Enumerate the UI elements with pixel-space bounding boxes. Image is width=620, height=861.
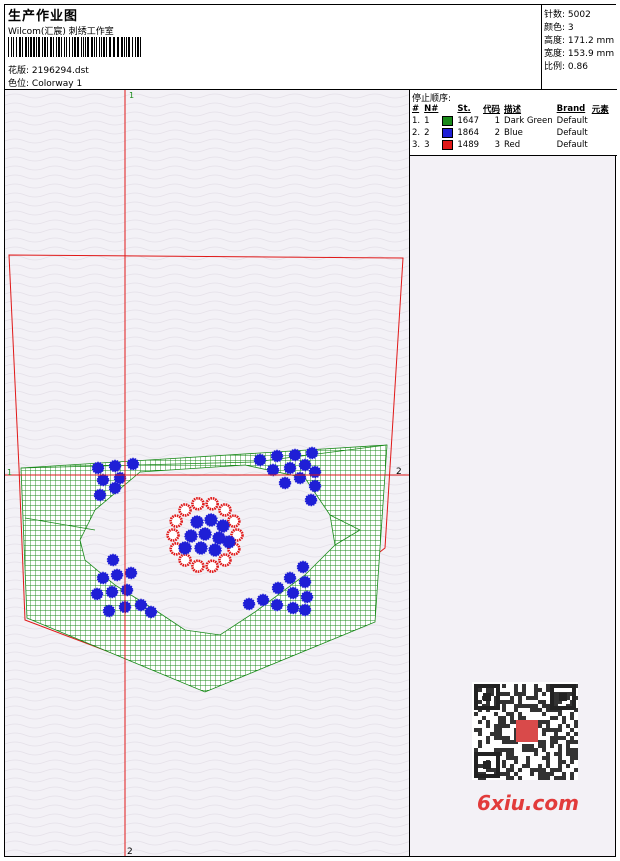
colorway-name: Colorway 1 [31, 79, 83, 89]
company-name: Wilcom(汇宸) 刺绣工作室 [8, 27, 114, 37]
stat-height: 高度: 171.2 mm [544, 36, 615, 46]
h-guide-right-label: 2 [396, 467, 402, 477]
stat-width: 宽度: 153.9 mm [544, 49, 615, 59]
table-row[interactable]: 1. 1 1647 1 Dark Green Default [411, 115, 612, 127]
stat-stitches: 针数: 5002 [544, 10, 591, 20]
design-file-line: 花版: 2196294.dst [8, 63, 89, 76]
color-table-header: # N# St. 代码 描述 Brand 元素 [412, 103, 609, 115]
color-swatch-icon [442, 115, 454, 126]
stat-colors: 颜色: 3 [544, 23, 574, 33]
stat-scale: 比例: 0.86 [544, 62, 588, 72]
header-panel: 生产作业图 Wilcom(汇宸) 刺绣工作室 花版: 2196294.dst 色… [5, 5, 542, 90]
qr-code-icon [472, 682, 578, 780]
seal-logo-icon [516, 720, 538, 742]
color-swatch-icon [442, 139, 454, 150]
colorway-line: 色位: Colorway 1 [8, 76, 82, 89]
stop-sequence-box: 停止顺序: # N# St. 代码 描述 Brand 元素 1. 1 1647 … [410, 90, 617, 156]
design-file-name: 2196294.dst [31, 66, 89, 76]
worksheet-frame: 生产作业图 Wilcom(汇宸) 刺绣工作室 花版: 2196294.dst 色… [4, 4, 617, 857]
page-title: 生产作业图 [8, 9, 79, 24]
h-guide-left-label: 1 [7, 468, 12, 477]
v-guide-top-label: 1 [129, 91, 134, 100]
design-file-label: 花版: [8, 66, 30, 76]
embroidery-preview: 1 2 1 2 [5, 90, 409, 857]
watermark-site: 6xiu.com [477, 791, 579, 815]
color-swatch-icon [442, 127, 454, 138]
v-guide-bottom-label: 2 [127, 847, 133, 856]
colorway-label: 色位: [8, 79, 30, 89]
design-canvas[interactable]: 1 2 1 2 [5, 90, 410, 857]
stats-panel: 针数: 5002 颜色: 3 高度: 171.2 mm 宽度: 153.9 mm… [542, 5, 617, 90]
table-row[interactable]: 3. 3 1489 3 Red Default [411, 139, 612, 151]
color-table: # N# St. 代码 描述 Brand 元素 1. 1 1647 1 Dark… [411, 102, 612, 151]
barcode-icon [8, 37, 141, 57]
color-sequence-panel: 停止顺序: # N# St. 代码 描述 Brand 元素 1. 1 1647 … [410, 90, 617, 856]
table-row[interactable]: 2. 2 1864 2 Blue Default [411, 127, 612, 139]
